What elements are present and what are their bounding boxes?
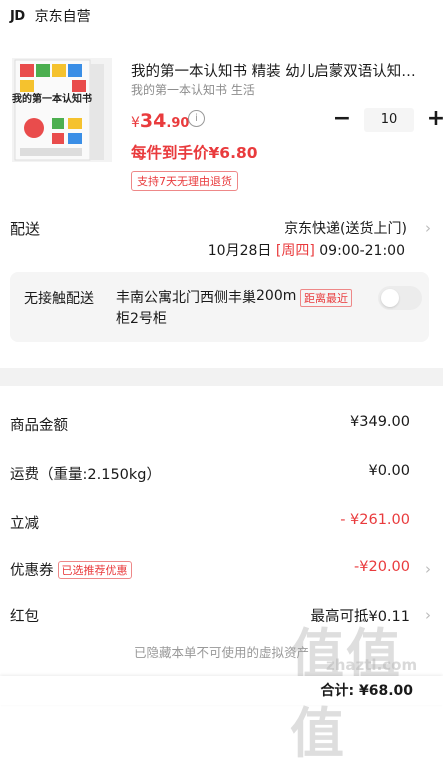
info-icon[interactable]: i [188, 110, 205, 127]
freight-label: 运费（重量:2.150kg） [10, 467, 161, 483]
jd-logo: JD [10, 8, 25, 24]
coupon-value[interactable]: -¥20.00 [354, 559, 410, 575]
goods-amount-label: 商品金额 [10, 418, 68, 434]
delivery-time[interactable]: 10月28日 [周四] 09:00-21:00 [208, 240, 405, 260]
book-cover-illustration: 我的第一本认知书 [12, 59, 104, 161]
increase-button[interactable]: + [424, 108, 443, 132]
chevron-right-icon[interactable]: › [425, 218, 431, 237]
discount-label: 立减 [10, 516, 39, 532]
order-total: 合计: ¥68.00 [321, 680, 414, 700]
toggle-knob [381, 289, 399, 307]
return-policy-badge[interactable]: 支持7天无理由退货 [131, 171, 238, 191]
delivery-method-text: 京东快递(送货上门) [284, 221, 407, 237]
decrease-button[interactable]: − [330, 108, 354, 132]
product-price: ¥34.90 [131, 110, 189, 132]
quantity-input[interactable]: 10 [364, 108, 414, 132]
nearest-badge: 距离最近 [300, 289, 352, 307]
cover-title: 我的第一本认知书 [12, 92, 92, 105]
coupon-chevron-icon[interactable]: › [425, 559, 431, 578]
quantity-stepper: − 10 + [330, 108, 443, 132]
contactless-label: 无接触配送 [24, 291, 94, 307]
store-name: 京东自营 [34, 9, 91, 25]
delivery-weekday: [周四] [275, 243, 315, 259]
hand-price: 每件到手价¥6.80 [131, 144, 258, 162]
watermark-url: zhaztl.com [326, 656, 418, 674]
locker-distance: 200m [256, 288, 297, 304]
price-integer: 34 [139, 110, 167, 132]
delivery-label: 配送 [10, 220, 41, 238]
goods-amount-value: ¥349.00 [350, 414, 410, 430]
delivery-method[interactable]: 京东快递(送货上门) [284, 218, 407, 238]
contactless-toggle[interactable] [378, 286, 422, 310]
coupon-tag: 已选推荐优惠 [57, 560, 132, 579]
product-title[interactable]: 我的第一本认知书 精装 幼儿启蒙双语认知启蒙绘本 [131, 60, 421, 81]
store-header: JD 京东自营 [10, 6, 91, 26]
order-total-text: 合计: ¥68.00 [320, 683, 414, 699]
bottom-bar: 合计: ¥68.00 [0, 676, 443, 705]
discount-value: - ¥261.00 [340, 512, 410, 528]
price-decimal: .90 [166, 116, 190, 131]
contactless-delivery-card: 无接触配送 丰南公寓北门西侧丰巢柜2号柜 200m 距离最近 [10, 272, 429, 342]
coupon-label: 优惠券 [10, 563, 54, 579]
freight-value: ¥0.00 [368, 463, 410, 479]
product-subtitle: 我的第一本认知书 生活 [131, 83, 255, 97]
coupon-row[interactable]: 优惠券 已选推荐优惠 [10, 559, 132, 580]
product-image[interactable]: 我的第一本认知书 [12, 58, 112, 162]
redpacket-label: 红包 [10, 609, 39, 625]
delivery-date: 10月28日 [207, 243, 272, 259]
section-divider [0, 368, 443, 386]
price-symbol: ¥ [131, 115, 140, 131]
delivery-window: 09:00-21:00 [319, 243, 405, 259]
locker-address: 丰南公寓北门西侧丰巢柜2号柜 [116, 290, 256, 327]
